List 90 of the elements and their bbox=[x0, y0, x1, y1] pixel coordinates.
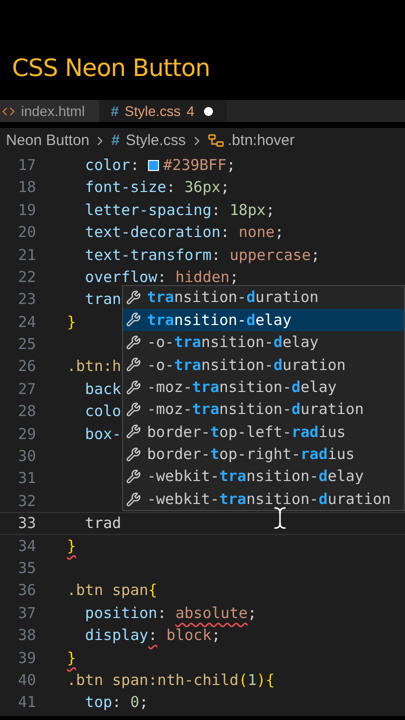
line-number: 34 bbox=[16, 536, 36, 557]
suggestion-label: -moz-transition-duration bbox=[147, 399, 364, 420]
line-number: 30 bbox=[16, 446, 36, 468]
hash-icon: # bbox=[110, 100, 119, 122]
wrench-icon bbox=[126, 290, 141, 306]
symbol-icon bbox=[208, 134, 224, 148]
line-number: 17 bbox=[16, 154, 36, 176]
line-number: 35 bbox=[16, 558, 36, 579]
code-text: display: block; bbox=[84, 625, 221, 646]
suggestion-label: transition-duration bbox=[147, 287, 319, 308]
suggestion-item[interactable]: -moz-transition-duration bbox=[123, 398, 404, 421]
line-number: 39 bbox=[16, 648, 36, 669]
line-number: 21 bbox=[16, 244, 36, 266]
line-number: 37 bbox=[16, 602, 36, 624]
suggestion-label: transition-delay bbox=[147, 310, 292, 331]
suggestion-label: border-top-left-radius bbox=[147, 422, 346, 443]
wrench-icon bbox=[126, 357, 141, 372]
suggestion-label: -o-transition-delay bbox=[147, 332, 319, 354]
suggestion-label: -webkit-transition-delay bbox=[147, 466, 364, 488]
line-number: 31 bbox=[16, 468, 36, 490]
line-number: 19 bbox=[16, 200, 36, 221]
line-number: 36 bbox=[16, 580, 36, 602]
line-number: 18 bbox=[16, 177, 36, 198]
code-text: back bbox=[84, 378, 122, 400]
code-text: } bbox=[67, 648, 76, 669]
suggestion-item[interactable]: -o-transition-duration bbox=[123, 354, 404, 376]
wrench-icon bbox=[126, 469, 141, 484]
code-text: overflow: hidden; bbox=[84, 266, 239, 288]
wrench-icon bbox=[126, 424, 141, 440]
suggestion-item[interactable]: border-top-right-radius bbox=[123, 443, 404, 466]
code-text: text-transform: uppercase; bbox=[84, 244, 320, 266]
suggestion-label: -webkit-transition-duration bbox=[147, 488, 391, 510]
suggestion-item[interactable]: transition-delay bbox=[123, 308, 404, 332]
editor-tab[interactable]: # Style.css 4 bbox=[98, 100, 228, 122]
line-number: 26 bbox=[16, 356, 36, 378]
tab-label: index.html bbox=[21, 102, 85, 120]
problem-count: 4 bbox=[186, 102, 194, 120]
line-number: 20 bbox=[16, 222, 36, 244]
code-text: #239BFF; bbox=[163, 154, 236, 176]
video-title: CSS Neon Button bbox=[12, 53, 210, 84]
line-number: 27 bbox=[16, 378, 36, 400]
code-text: box- bbox=[84, 424, 122, 445]
line-number: 41 bbox=[16, 692, 36, 714]
code-text: .btn span{ bbox=[67, 580, 158, 602]
code-text: } bbox=[67, 312, 76, 333]
hash-icon: # bbox=[111, 130, 120, 152]
suggestion-label: -moz-transition-delay bbox=[147, 376, 337, 398]
wrench-icon bbox=[126, 312, 141, 328]
code-text: color: bbox=[84, 154, 140, 176]
color-swatch[interactable] bbox=[148, 160, 160, 171]
suggestion-item[interactable]: -moz-transition-delay bbox=[123, 376, 404, 398]
wrench-icon bbox=[126, 380, 141, 395]
suggestion-label: -o-transition-duration bbox=[147, 354, 346, 376]
code-icon bbox=[2, 104, 15, 118]
code-text: text-decoration: none; bbox=[84, 222, 284, 244]
suggestion-item[interactable]: transition-duration bbox=[123, 286, 404, 309]
suggestion-item[interactable]: -o-transition-delay bbox=[123, 331, 404, 354]
wrench-icon bbox=[126, 334, 141, 350]
line-number: 38 bbox=[16, 625, 36, 646]
code-text: } bbox=[67, 536, 76, 557]
breadcrumb-item[interactable]: Neon Button bbox=[6, 130, 90, 152]
suggestion-item[interactable]: -webkit-transition-duration bbox=[123, 488, 404, 510]
line-number: 22 bbox=[16, 266, 36, 288]
wrench-icon bbox=[126, 446, 141, 462]
code-text: top: 0; bbox=[84, 692, 148, 714]
suggestion-item[interactable]: border-top-left-radius bbox=[123, 420, 404, 444]
line-number: 28 bbox=[16, 401, 36, 422]
breadcrumb-item[interactable]: Style.css bbox=[126, 130, 186, 152]
line-number: 33 bbox=[16, 513, 36, 534]
line-number: 40 bbox=[16, 670, 36, 691]
code-text: colo bbox=[84, 401, 122, 422]
line-number: 24 bbox=[16, 312, 36, 333]
tab-label: Style.css bbox=[124, 102, 181, 121]
code-text: .btn:h bbox=[67, 356, 122, 378]
line-number: 29 bbox=[16, 424, 36, 445]
code-text: font-size: 36px; bbox=[84, 177, 230, 198]
line-number: 32 bbox=[16, 490, 36, 512]
suggestion-item[interactable]: -webkit-transition-delay bbox=[123, 466, 404, 488]
line-number: 23 bbox=[16, 289, 36, 310]
suggestion-label: border-top-right-radius bbox=[147, 444, 355, 466]
line-number: 25 bbox=[16, 334, 36, 356]
wrench-icon bbox=[126, 492, 141, 507]
code-text: trad bbox=[84, 513, 122, 534]
editor-tab[interactable]: index.html bbox=[0, 100, 99, 122]
code-text: .btn span:nth-child(1){ bbox=[67, 670, 275, 691]
code-text: letter-spacing: 18px; bbox=[84, 200, 275, 221]
breadcrumb-item[interactable]: .btn:hover bbox=[228, 130, 294, 152]
code-text: tran bbox=[84, 289, 122, 310]
wrench-icon bbox=[126, 402, 141, 418]
code-text: position: absolute; bbox=[84, 602, 257, 624]
